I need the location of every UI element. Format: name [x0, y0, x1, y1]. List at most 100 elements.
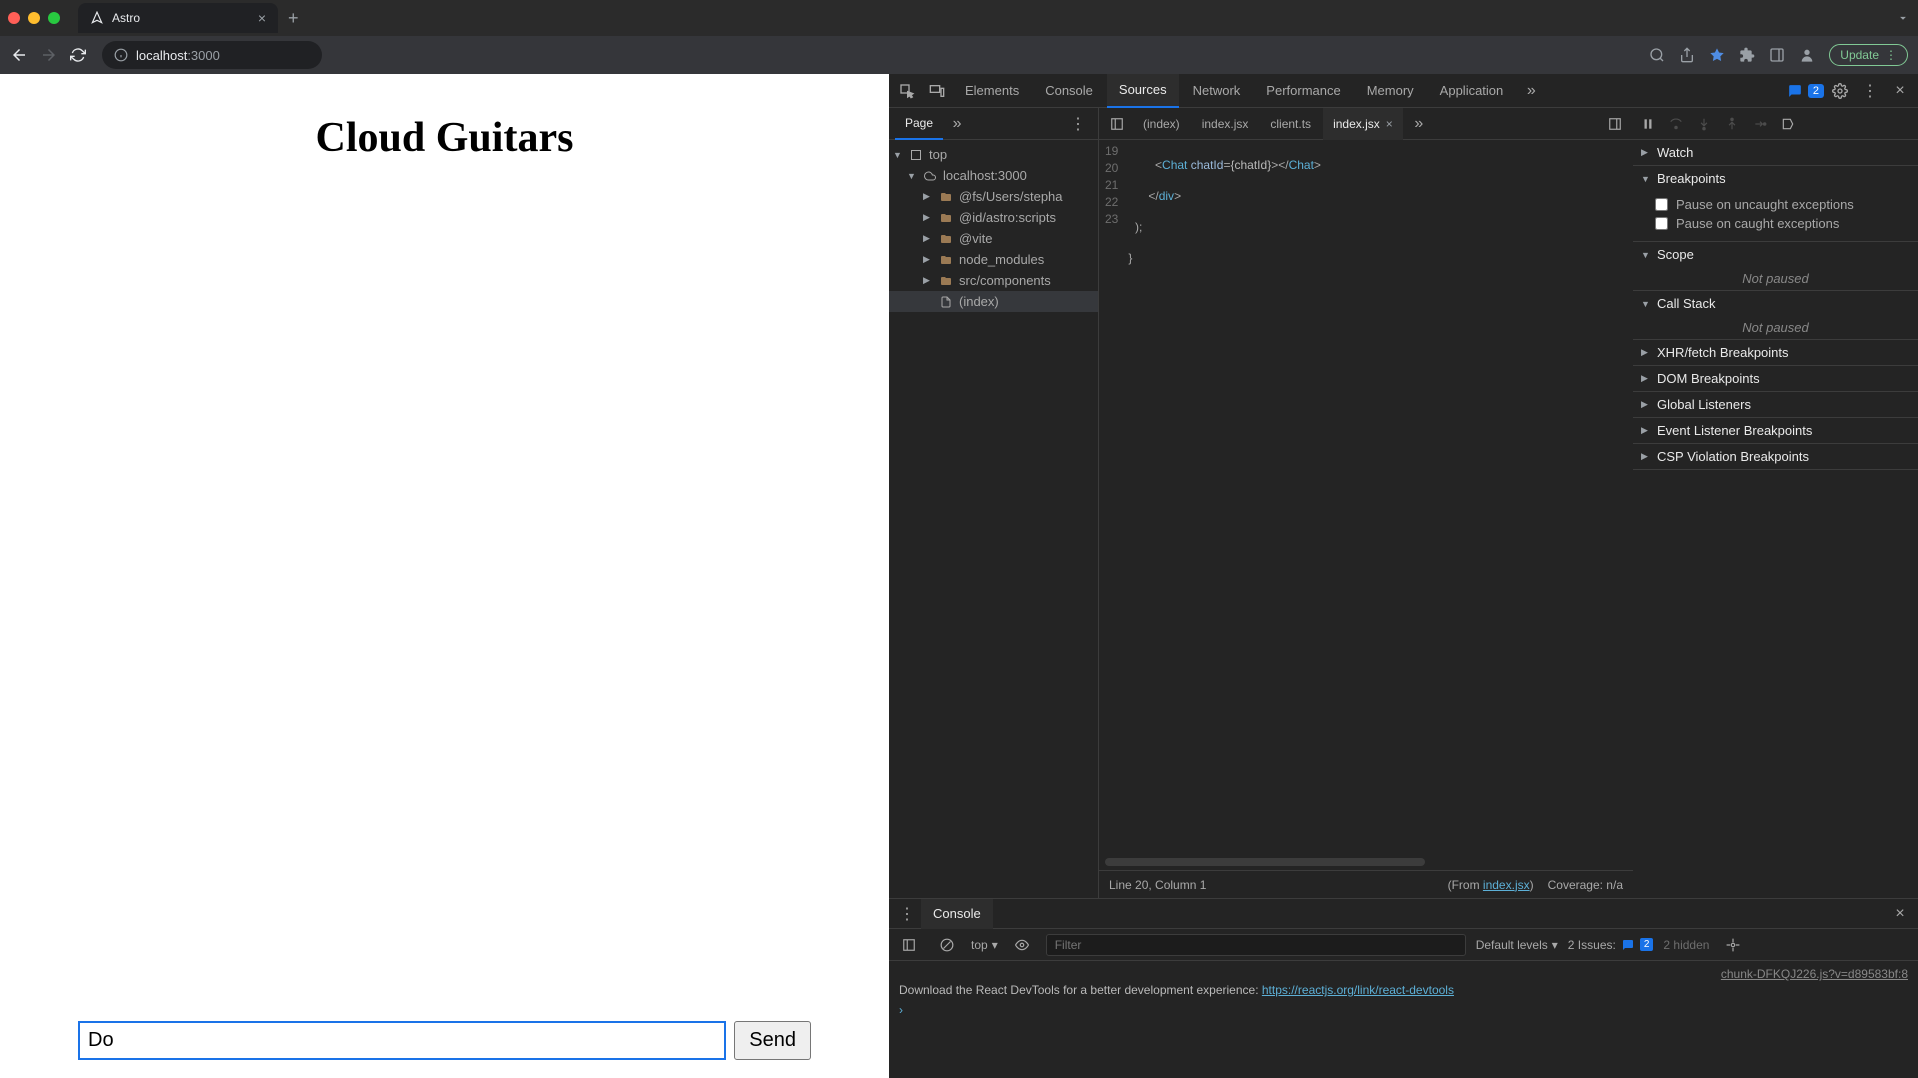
browser-tab[interactable]: Astro × [78, 3, 278, 33]
editor-tab[interactable]: (index) [1133, 108, 1190, 140]
section-header[interactable]: ▼Call Stack [1633, 291, 1918, 316]
toggle-navigator-icon[interactable] [1103, 110, 1131, 138]
file-icon [939, 296, 953, 308]
live-expression-icon[interactable] [1008, 931, 1036, 959]
clear-console-icon[interactable] [933, 931, 961, 959]
section-header[interactable]: ▶XHR/fetch Breakpoints [1633, 340, 1918, 365]
tab-console[interactable]: Console [1033, 74, 1105, 108]
issues-indicator[interactable]: 2 [1788, 84, 1824, 98]
inspect-element-icon[interactable] [893, 77, 921, 105]
section-header[interactable]: ▼Scope [1633, 242, 1918, 267]
tab-sources[interactable]: Sources [1107, 74, 1179, 108]
drawer-tab-console[interactable]: Console [921, 899, 993, 929]
console-settings-icon[interactable] [1719, 931, 1747, 959]
tree-folder[interactable]: ▶ @vite [889, 228, 1098, 249]
section-csp: ▶CSP Violation Breakpoints [1633, 444, 1918, 470]
address-bar[interactable]: localhost:3000 [102, 41, 322, 69]
section-header[interactable]: ▼Breakpoints [1633, 166, 1918, 191]
extensions-icon[interactable] [1739, 47, 1755, 63]
pause-script-button[interactable] [1637, 117, 1659, 131]
tree-folder[interactable]: ▶ @id/astro:scripts [889, 207, 1098, 228]
source-link[interactable]: index.jsx [1483, 878, 1530, 892]
step-over-button[interactable] [1665, 117, 1687, 131]
settings-gear-icon[interactable] [1826, 77, 1854, 105]
collapse-icon: ▶ [923, 275, 933, 286]
navigator-more-icon[interactable]: » [943, 110, 971, 138]
deactivate-breakpoints-button[interactable] [1777, 117, 1799, 131]
tab-network[interactable]: Network [1181, 74, 1253, 108]
site-info-icon[interactable] [114, 48, 128, 62]
console-output[interactable]: chunk-DFKQJ226.js?v=d89583bf:8 Download … [889, 961, 1918, 1078]
maximize-window-button[interactable] [48, 12, 60, 24]
section-header[interactable]: ▶DOM Breakpoints [1633, 366, 1918, 391]
tab-application[interactable]: Application [1428, 74, 1516, 108]
step-out-button[interactable] [1721, 117, 1743, 131]
code-editor[interactable]: 1920212223 <Chat chatId={chatId}></Chat>… [1099, 140, 1633, 858]
section-watch: ▶Watch [1633, 140, 1918, 166]
back-button[interactable] [10, 46, 28, 64]
scope-empty: Not paused [1633, 267, 1918, 290]
pause-uncaught-checkbox[interactable]: Pause on uncaught exceptions [1655, 195, 1910, 214]
section-header[interactable]: ▶CSP Violation Breakpoints [1633, 444, 1918, 469]
tab-performance[interactable]: Performance [1254, 74, 1352, 108]
navigator-tab-page[interactable]: Page [895, 108, 943, 140]
tab-elements[interactable]: Elements [953, 74, 1031, 108]
log-levels-selector[interactable]: Default levels ▾ [1476, 938, 1558, 952]
close-tab-icon[interactable]: × [258, 10, 266, 26]
update-label: Update [1840, 48, 1879, 62]
tree-folder[interactable]: ▶ @fs/Users/stepha [889, 186, 1098, 207]
section-title: Breakpoints [1657, 171, 1726, 186]
update-button[interactable]: Update ⋮ [1829, 44, 1908, 66]
minimize-window-button[interactable] [28, 12, 40, 24]
bookmark-star-icon[interactable] [1709, 47, 1725, 63]
pause-caught-checkbox[interactable]: Pause on caught exceptions [1655, 214, 1910, 233]
toggle-debugger-icon[interactable] [1601, 110, 1629, 138]
section-header[interactable]: ▶Watch [1633, 140, 1918, 165]
more-tabs-icon[interactable]: » [1517, 77, 1545, 105]
console-filter-input[interactable] [1046, 934, 1466, 956]
drawer-menu-icon[interactable]: ⋮ [893, 900, 921, 928]
tree-label: localhost:3000 [943, 168, 1027, 183]
navigator-menu-icon[interactable]: ⋮ [1064, 110, 1092, 138]
new-tab-button[interactable]: + [288, 8, 299, 29]
section-title: Call Stack [1657, 296, 1716, 311]
section-header[interactable]: ▶Event Listener Breakpoints [1633, 418, 1918, 443]
editor-scrollbar[interactable] [1105, 858, 1425, 866]
tree-folder[interactable]: ▶ node_modules [889, 249, 1098, 270]
share-icon[interactable] [1679, 47, 1695, 63]
tab-list-dropdown-icon[interactable] [1896, 11, 1910, 25]
editor-more-tabs-icon[interactable]: » [1405, 110, 1433, 138]
context-selector[interactable]: top ▾ [971, 938, 998, 952]
send-button[interactable]: Send [734, 1021, 811, 1060]
device-toolbar-icon[interactable] [923, 77, 951, 105]
side-panel-icon[interactable] [1769, 47, 1785, 63]
close-editor-tab-icon[interactable]: × [1386, 117, 1393, 131]
devtools-menu-icon[interactable]: ⋮ [1856, 77, 1884, 105]
hidden-messages[interactable]: 2 hidden [1663, 938, 1709, 952]
editor-tab[interactable]: client.ts [1260, 108, 1321, 140]
section-header[interactable]: ▶Global Listeners [1633, 392, 1918, 417]
tree-folder[interactable]: ▶ src/components [889, 270, 1098, 291]
tree-node-host[interactable]: ▼ localhost:3000 [889, 165, 1098, 186]
chat-input[interactable] [78, 1021, 726, 1060]
step-button[interactable] [1749, 117, 1771, 131]
console-issues[interactable]: 2 Issues: 2 [1568, 938, 1654, 952]
tree-file[interactable]: (index) [889, 291, 1098, 312]
console-sidebar-icon[interactable] [895, 931, 923, 959]
message-source-link[interactable]: chunk-DFKQJ226.js?v=d89583bf:8 [899, 967, 1908, 981]
forward-button[interactable] [40, 46, 58, 64]
close-devtools-icon[interactable]: × [1886, 77, 1914, 105]
reload-button[interactable] [70, 47, 86, 63]
tab-memory[interactable]: Memory [1355, 74, 1426, 108]
zoom-icon[interactable] [1649, 47, 1665, 63]
editor-tab[interactable]: index.jsx [1192, 108, 1259, 140]
message-link[interactable]: https://reactjs.org/link/react-devtools [1262, 983, 1454, 997]
editor-tab-active[interactable]: index.jsx × [1323, 108, 1403, 140]
tree-node-top[interactable]: ▼ top [889, 144, 1098, 165]
profile-icon[interactable] [1799, 47, 1815, 63]
section-title: Global Listeners [1657, 397, 1751, 412]
close-drawer-icon[interactable]: × [1886, 900, 1914, 928]
url-text: localhost:3000 [136, 48, 220, 63]
close-window-button[interactable] [8, 12, 20, 24]
step-into-button[interactable] [1693, 117, 1715, 131]
